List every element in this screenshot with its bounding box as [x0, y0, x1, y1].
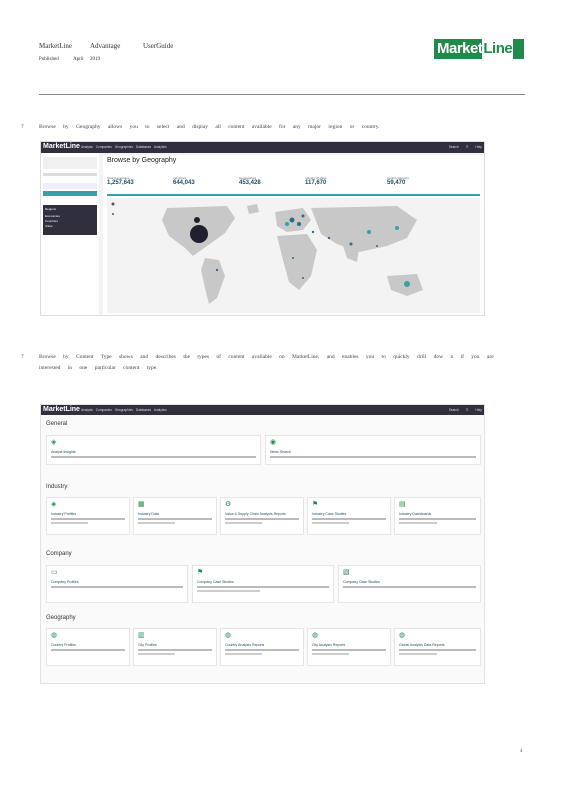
card-company-case-studies[interactable]: ⚑ Company Case Studies: [192, 565, 334, 603]
card-news-search[interactable]: ◉ News Search: [265, 435, 481, 465]
app-nav-right: Search ☰ Help: [448, 145, 482, 149]
header-brand: MarketLine: [39, 42, 73, 50]
published-year: 2019: [90, 57, 100, 62]
stat-5[interactable]: Country Reports 59,470: [387, 176, 409, 186]
section-geography-title: Geography: [46, 615, 76, 621]
app-nav-items: Analysis Companies Geographies Databases…: [81, 145, 167, 149]
data-icon: ▦: [138, 501, 145, 508]
app-navbar: MarketLine Analysis Companies Geographie…: [41, 142, 484, 153]
app-navbar-2: MarketLine Analysis Companies Geographie…: [41, 405, 484, 415]
page-number: 4: [520, 749, 523, 754]
card-value-supply[interactable]: ⚙ Value & Supply Chain Analysis Reports: [220, 497, 304, 535]
page-title: Browse by Geography: [107, 157, 177, 164]
card-industry-case-studies[interactable]: ⚑ Industry Case Studies: [307, 497, 391, 535]
card-industry-data[interactable]: ▦ Industry Data: [133, 497, 217, 535]
card-city-profiles[interactable]: ▥ City Profiles: [133, 628, 217, 666]
stat-2[interactable]: Industries 644,043: [173, 176, 195, 186]
dashboard-icon: ▤: [399, 501, 406, 508]
globe-icon-3: ◍: [312, 632, 319, 639]
stat-3[interactable]: Geographies 453,428: [239, 176, 261, 186]
chain-icon: ⚙: [225, 501, 232, 508]
case-icon: ⚑: [312, 501, 319, 508]
stat-4[interactable]: Industry Profiles 117,670: [305, 176, 327, 186]
card-industry-dashboards[interactable]: ▤ Industry Dashboards: [394, 497, 481, 535]
doc-icon: ▧: [343, 569, 350, 576]
app-nav-items-2: Analysis Companies Geographies Databases…: [81, 408, 167, 412]
card-country-analysis[interactable]: ◍ Country Analysis Reports: [220, 628, 304, 666]
header-doc: UserGuide: [143, 42, 174, 50]
app-logo-2: MarketLine: [43, 406, 80, 413]
card-company-case-studies-2[interactable]: ▧ Company Case Studies: [338, 565, 481, 603]
card-company-profiles[interactable]: ▭ Company Profiles: [46, 565, 188, 603]
browse-content-type-screenshot: MarketLine Analysis Companies Geographie…: [40, 404, 485, 684]
header-product: Advantage: [90, 42, 121, 50]
geography-main: Browse by Geography Total Companies 1,257…: [103, 155, 484, 315]
logo-line-text: Line: [482, 39, 514, 59]
company-icon: ▭: [51, 569, 58, 576]
app-logo: MarketLine: [43, 143, 80, 150]
published-label: Published: [39, 57, 59, 62]
card-industry-profiles[interactable]: ◈ Industry Profiles: [46, 497, 130, 535]
logo-text: Market: [437, 40, 483, 57]
filter-sidebar: Regions Economies Countries Cities: [41, 153, 99, 315]
bullet-marker: ?: [21, 124, 24, 130]
card-analyst-insights[interactable]: ◈ Analyst Insights: [46, 435, 261, 465]
browse-geography-screenshot: MarketLine Analysis Companies Geographie…: [40, 141, 485, 316]
sidebar-item-regions[interactable]: Regions: [43, 205, 97, 214]
case-icon-2: ⚑: [197, 569, 204, 576]
globe-icon-4: ◍: [399, 632, 406, 639]
section-general-title: General: [46, 421, 68, 427]
bullet-text: Browse by Geography allows you to select…: [39, 124, 380, 130]
published-month: April: [73, 57, 84, 62]
header-divider: [39, 94, 525, 95]
stat-1[interactable]: Total Companies 1,257,643: [107, 176, 134, 186]
card-city-analysis[interactable]: ◍ City Analysis Reports: [307, 628, 391, 666]
section-industry-title: Industry: [46, 484, 68, 490]
globe-icon-2: ◍: [225, 632, 232, 639]
sidebar-item-cities[interactable]: Cities: [43, 224, 97, 229]
globe-icon: ◍: [51, 632, 58, 639]
bullet-marker-2: ?: [21, 354, 24, 360]
stats-bar: Total Companies 1,257,643 Industries 644,0…: [107, 176, 480, 196]
app-nav-right-2: Search ☰ Help: [448, 408, 482, 412]
city-icon: ▥: [138, 632, 145, 639]
marketline-logo: MarketLine: [434, 39, 524, 59]
card-global-analysis[interactable]: ◍ Global Analysis Data Reports: [394, 628, 481, 666]
section-company-title: Company: [46, 551, 72, 557]
card-country-profiles[interactable]: ◍ Country Profiles: [46, 628, 130, 666]
bullet-text-2-line2: interested in one particular content typ…: [39, 365, 158, 371]
insights-icon: ◈: [51, 439, 57, 446]
industry-icon: ◈: [51, 501, 57, 508]
news-icon: ◉: [270, 439, 277, 446]
world-map[interactable]: [107, 198, 480, 313]
